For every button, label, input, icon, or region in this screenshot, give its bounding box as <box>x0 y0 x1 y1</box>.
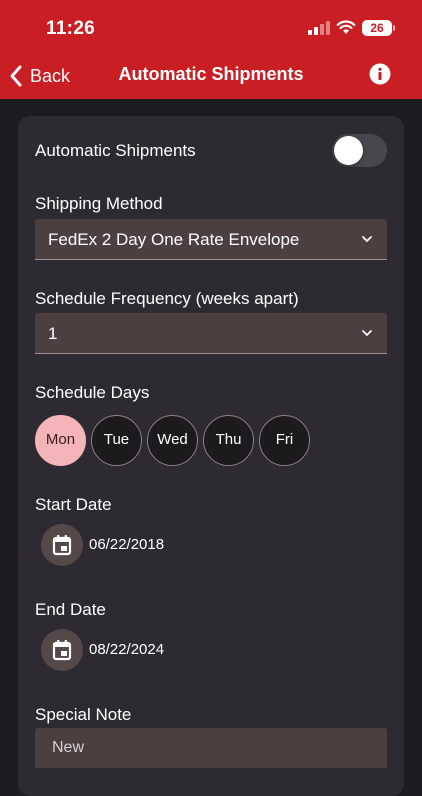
end-date-value: 08/22/2024 <box>89 641 165 658</box>
wifi-icon <box>336 20 356 34</box>
battery-indicator: 26 <box>362 20 392 36</box>
calendar-icon <box>52 640 72 661</box>
end-date-picker-button[interactable] <box>41 629 83 671</box>
day-chip-fri[interactable]: Fri <box>259 415 310 466</box>
frequency-label: Schedule Frequency (weeks apart) <box>35 289 299 308</box>
day-chip-tue[interactable]: Tue <box>91 415 142 466</box>
frequency-value: 1 <box>48 324 58 343</box>
chevron-down-icon <box>362 236 372 242</box>
start-date-value: 06/22/2018 <box>89 536 165 553</box>
status-time: 11:26 <box>46 18 96 39</box>
shipping-method-select[interactable]: FedEx 2 Day One Rate Envelope <box>35 219 387 260</box>
status-bar: 11:26 26 <box>0 0 422 56</box>
shipping-method-value: FedEx 2 Day One Rate Envelope <box>48 230 300 249</box>
chevron-down-icon <box>362 330 372 336</box>
shipping-method-label: Shipping Method <box>35 194 163 213</box>
day-chip-mon[interactable]: Mon <box>35 415 86 466</box>
frequency-select[interactable]: 1 <box>35 313 387 354</box>
end-date-label: End Date <box>35 600 106 619</box>
battery-cap <box>393 25 395 31</box>
special-note-label: Special Note <box>35 705 132 724</box>
schedule-days-label: Schedule Days <box>35 383 150 402</box>
auto-shipments-label: Automatic Shipments <box>35 141 196 160</box>
cellular-signal-icon <box>308 21 330 35</box>
navigation-bar: Back Automatic Shipments <box>0 56 422 96</box>
special-note-input[interactable] <box>35 728 387 768</box>
info-icon[interactable] <box>369 63 391 85</box>
special-note-field[interactable] <box>35 728 387 768</box>
auto-shipments-toggle[interactable] <box>332 134 387 167</box>
day-chip-wed[interactable]: Wed <box>147 415 198 466</box>
page-title: Automatic Shipments <box>118 64 304 84</box>
start-date-picker-button[interactable] <box>41 524 83 566</box>
calendar-icon <box>52 535 72 556</box>
header-bar: 11:26 26 Back Automatic Shipments <box>0 0 422 99</box>
day-chip-thu[interactable]: Thu <box>203 415 254 466</box>
start-date-label: Start Date <box>35 495 112 514</box>
toggle-knob <box>334 136 363 165</box>
